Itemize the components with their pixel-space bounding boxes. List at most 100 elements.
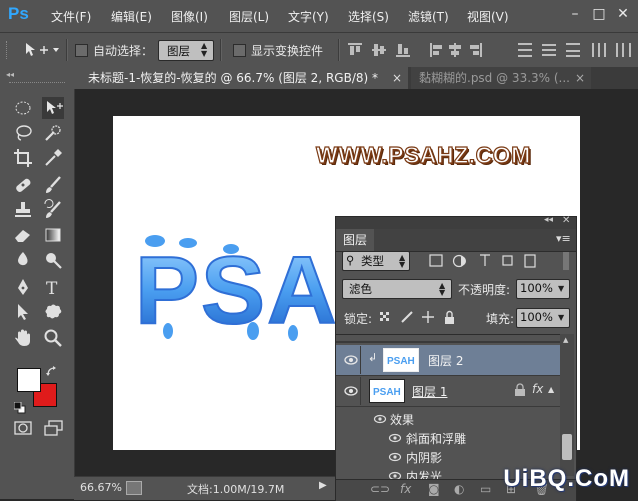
canvas-headline: WWW.PSAHZ.COM: [315, 141, 531, 168]
close-button[interactable]: ✕: [614, 5, 632, 23]
quick-select-icon[interactable]: [42, 122, 64, 144]
auto-select-dropdown[interactable]: 图层 ▲ ▼: [158, 40, 214, 61]
marquee-icon[interactable]: [12, 97, 34, 119]
eye-icon[interactable]: [343, 352, 359, 368]
menu-bar: Ps 文件(F) 编辑(E) 图像(I) 图层(L) 文字(Y) 选择(S) 滤…: [0, 0, 638, 33]
tab-layers[interactable]: 图层: [336, 229, 374, 251]
layer-thumbnail: PSAH: [383, 348, 419, 372]
lock-options-icons[interactable]: [378, 310, 458, 325]
filter-toggle[interactable]: [563, 252, 569, 270]
scroll-up-icon[interactable]: ▲: [563, 336, 568, 344]
stamp-icon[interactable]: [12, 199, 34, 221]
move-tool-preset[interactable]: [22, 40, 62, 60]
lock-label: 锁定:: [344, 312, 373, 326]
menu-type[interactable]: 文字(Y): [288, 8, 329, 25]
minimize-button[interactable]: –: [566, 5, 584, 23]
collapse-toolbox-icon[interactable]: ◂◂: [6, 70, 68, 79]
add-style-icon[interactable]: fx: [400, 482, 411, 496]
screen-mode-icon[interactable]: [42, 417, 64, 439]
panel-menu-icon[interactable]: ▾≡: [556, 232, 571, 245]
close-tab-icon[interactable]: ×: [392, 67, 402, 89]
pen-icon[interactable]: [12, 276, 34, 298]
zoom-icon[interactable]: [42, 327, 64, 349]
menu-layer[interactable]: 图层(L): [229, 8, 269, 25]
lock-icon: [515, 383, 525, 396]
divider: [360, 346, 361, 374]
link-layers-icon[interactable]: ⊂⊃: [370, 482, 390, 496]
opacity-field[interactable]: 100% ▼: [516, 279, 570, 299]
dodge-icon[interactable]: [42, 249, 64, 271]
custom-shape-icon[interactable]: [42, 301, 64, 323]
menu-select[interactable]: 选择(S): [348, 8, 389, 25]
close-panel-icon[interactable]: ✕: [562, 215, 570, 226]
zoom-level[interactable]: 66.67%: [80, 481, 122, 494]
tab-document-1[interactable]: 未标题-1-恢复的-恢复的 @ 66.7% (图层 2, RGB/8) * ×: [74, 67, 408, 89]
menu-view[interactable]: 视图(V): [467, 8, 509, 25]
spinner-down-icon: ▼: [201, 49, 208, 58]
tab-document-2[interactable]: 黏糊糊的.psd @ 33.3% (... ×: [411, 67, 591, 89]
toolbox-grip: [9, 82, 65, 85]
scroll-thumb[interactable]: [562, 434, 572, 460]
hand-icon[interactable]: [12, 327, 34, 349]
menu-image[interactable]: 图像(I): [171, 8, 208, 25]
menu-file[interactable]: 文件(F): [51, 8, 91, 25]
eye-icon[interactable]: [388, 450, 402, 464]
adjustment-layer-icon[interactable]: ◐: [454, 482, 464, 496]
default-colors-icon[interactable]: [14, 402, 26, 414]
eyedropper-icon[interactable]: [42, 147, 64, 169]
history-brush-icon[interactable]: [42, 199, 64, 221]
blur-icon[interactable]: [12, 249, 34, 271]
layer-name[interactable]: 图层 1: [412, 383, 447, 400]
eraser-icon[interactable]: [12, 224, 34, 246]
menu-edit[interactable]: 编辑(E): [111, 8, 152, 25]
collapse-panel-icon[interactable]: ◂◂: [544, 215, 553, 225]
effect-item[interactable]: 内阴影: [406, 449, 442, 466]
svg-text:PSAH: PSAH: [387, 356, 415, 367]
quick-mask-icon[interactable]: [12, 417, 34, 439]
effect-item[interactable]: 斜面和浮雕: [406, 430, 466, 447]
close-tab-icon[interactable]: ×: [575, 67, 585, 89]
crop-icon[interactable]: [12, 147, 34, 169]
align-distribute-icons[interactable]: [346, 41, 636, 59]
fx-indicator[interactable]: fx: [532, 382, 543, 396]
add-mask-icon[interactable]: ◙: [428, 482, 440, 496]
document-size: 文档:1.00M/19.7M: [187, 483, 285, 496]
clipping-arrow-icon: ↲: [368, 351, 378, 364]
path-select-icon[interactable]: [12, 301, 34, 323]
move-icon: [26, 43, 59, 56]
layer-filter-dropdown[interactable]: ⚲ 类型 ▲ ▼: [342, 251, 410, 271]
layer-name[interactable]: 图层 2: [428, 352, 463, 369]
type-icon[interactable]: T: [42, 276, 64, 298]
new-group-icon[interactable]: ▭: [480, 482, 491, 496]
maximize-button[interactable]: □: [590, 5, 608, 23]
spinner-down-icon: ▼: [439, 288, 446, 297]
show-transform-checkbox[interactable]: [233, 44, 246, 57]
healing-brush-icon[interactable]: [12, 174, 34, 196]
status-menu-arrow-icon[interactable]: ▶: [319, 480, 327, 491]
layer-row[interactable]: ↲ PSAH 图层 2: [336, 345, 560, 376]
menu-filter[interactable]: 滤镜(T): [408, 8, 449, 25]
brush-icon[interactable]: [42, 174, 64, 196]
fill-field[interactable]: 100% ▼: [516, 308, 570, 328]
layer-scrollbar[interactable]: ▲: [560, 334, 574, 476]
auto-select-checkbox[interactable]: [75, 44, 88, 57]
status-icon[interactable]: [126, 481, 142, 495]
expand-effects-icon[interactable]: ▲: [548, 385, 554, 394]
svg-text:PSAH: PSAH: [373, 387, 401, 398]
foreground-color-swatch[interactable]: [17, 368, 41, 392]
eye-icon[interactable]: [388, 431, 402, 445]
eye-icon[interactable]: [343, 383, 359, 399]
separator: [338, 39, 340, 61]
auto-select-value: 图层: [167, 44, 190, 58]
swap-colors-icon[interactable]: [46, 366, 58, 378]
lasso-icon[interactable]: [12, 122, 34, 144]
list-top-strip: [336, 341, 560, 343]
move-icon[interactable]: [42, 97, 64, 119]
gradient-icon[interactable]: [42, 224, 64, 246]
blend-mode-dropdown[interactable]: 滤色 ▲ ▼: [342, 279, 452, 299]
eye-icon[interactable]: [373, 412, 387, 426]
panel-top-strip: ◂◂ ✕: [336, 215, 576, 229]
layer-filter-icons[interactable]: [428, 253, 558, 269]
layer-row[interactable]: PSAH 图层 1 fx ▲: [336, 376, 560, 407]
layer-thumbnail: PSAH: [369, 379, 405, 403]
